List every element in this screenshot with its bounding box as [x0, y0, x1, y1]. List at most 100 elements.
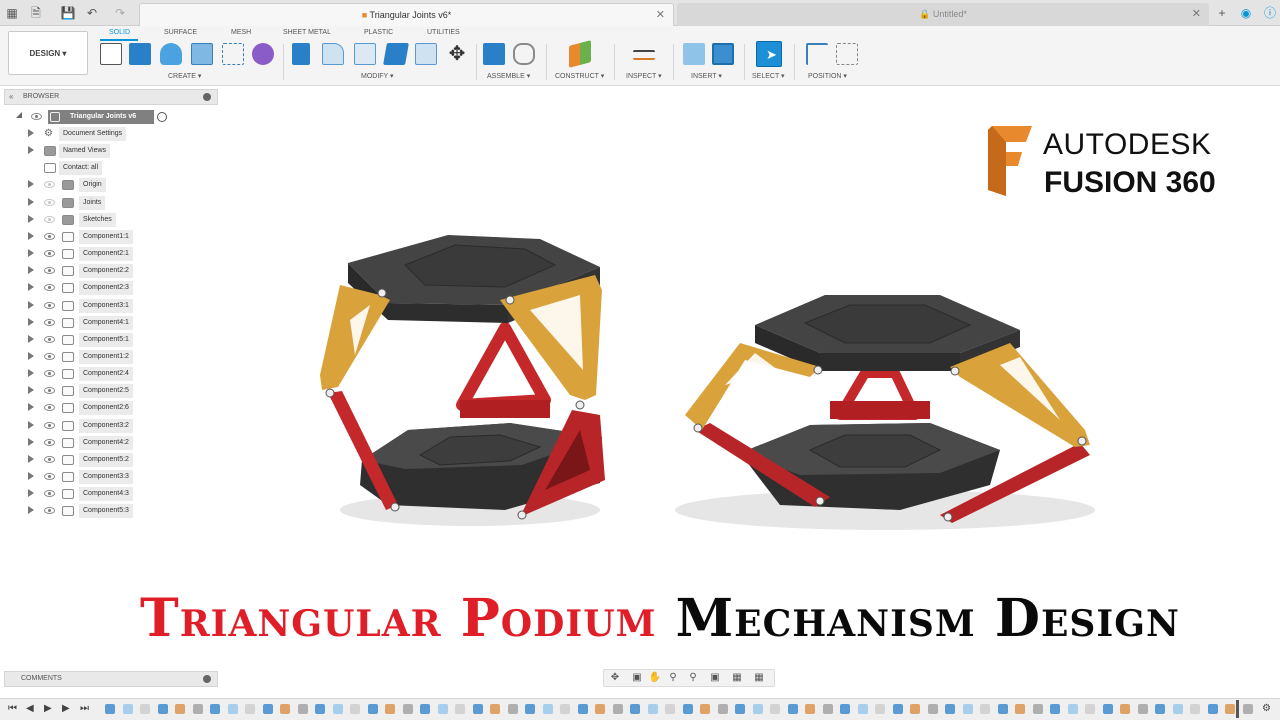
- group-insert[interactable]: INSERT ▾: [691, 72, 722, 80]
- save-icon[interactable]: 💾: [60, 5, 76, 21]
- visibility-eye-icon[interactable]: [44, 455, 55, 463]
- group-construct[interactable]: CONSTRUCT ▾: [555, 72, 604, 80]
- browser-item[interactable]: Component3:1: [0, 298, 218, 313]
- redo-icon[interactable]: ↷: [112, 5, 128, 21]
- timeline-feature-icon[interactable]: [227, 704, 238, 714]
- revert-position-icon[interactable]: [836, 43, 858, 65]
- timeline-feature-icon[interactable]: [490, 704, 500, 714]
- timeline-feature-icon[interactable]: [1155, 704, 1165, 714]
- expand-arrow-icon[interactable]: [28, 317, 34, 326]
- offset-plane-icon[interactable]: [569, 40, 591, 68]
- browser-item[interactable]: ⚙ Document Settings: [0, 127, 218, 141]
- timeline-feature-icon[interactable]: [105, 704, 115, 714]
- file-menu-icon[interactable]: 🗎: [28, 5, 44, 21]
- visibility-eye-icon[interactable]: [44, 352, 55, 360]
- create-form-icon[interactable]: [252, 43, 274, 65]
- timeline-feature-icon[interactable]: [140, 704, 150, 714]
- timeline-feature-icon[interactable]: [262, 704, 273, 714]
- move-copy-icon[interactable]: ✥: [446, 43, 468, 65]
- expand-arrow-icon[interactable]: [28, 403, 34, 412]
- capture-position-icon[interactable]: [806, 43, 828, 65]
- expand-arrow-icon[interactable]: [28, 129, 34, 137]
- timeline-settings-icon[interactable]: ⚙: [1262, 703, 1271, 715]
- timeline-feature-icon[interactable]: [367, 704, 378, 714]
- timeline-feature-icon[interactable]: [962, 704, 973, 714]
- timeline-feature-icon[interactable]: [595, 704, 605, 714]
- activate-radio-icon[interactable]: [157, 112, 167, 122]
- browser-item[interactable]: Component4:2: [0, 435, 218, 450]
- new-component-icon[interactable]: [483, 43, 505, 65]
- right-podium-assembly[interactable]: [685, 295, 1090, 523]
- timeline-feature-icon[interactable]: [682, 704, 693, 714]
- browser-item[interactable]: Component1:1: [0, 229, 218, 244]
- timeline-feature-icon[interactable]: [1102, 704, 1113, 714]
- timeline-feature-icon[interactable]: [997, 704, 1008, 714]
- extrude-icon[interactable]: [129, 43, 151, 65]
- visibility-eye-icon[interactable]: [31, 113, 42, 120]
- hole-icon[interactable]: [191, 43, 213, 65]
- browser-item[interactable]: Component2:3: [0, 281, 218, 296]
- comments-panel[interactable]: COMMENTS: [4, 671, 218, 687]
- expand-arrow-icon[interactable]: [28, 197, 34, 206]
- visibility-eye-icon[interactable]: [44, 335, 55, 343]
- expand-arrow-icon[interactable]: [28, 146, 34, 155]
- chamfer-icon[interactable]: [354, 43, 376, 65]
- timeline-feature-icon[interactable]: [875, 704, 885, 714]
- collapse-panel-icon[interactable]: «: [9, 92, 13, 101]
- close-tab-icon[interactable]: ✕: [1192, 3, 1201, 26]
- timeline-feature-icon[interactable]: [332, 704, 343, 714]
- timeline-feature-icon[interactable]: [455, 704, 465, 714]
- browser-item[interactable]: Named Views: [0, 144, 218, 159]
- workspace-switcher[interactable]: DESIGN ▾: [8, 31, 88, 75]
- timeline-feature-icon[interactable]: [770, 704, 780, 714]
- press-pull-icon[interactable]: [292, 43, 310, 65]
- browser-item[interactable]: Component5:2: [0, 452, 218, 467]
- timeline-feature-icon[interactable]: [735, 704, 745, 714]
- expand-arrow-icon[interactable]: [28, 180, 34, 189]
- timeline-feature-icon[interactable]: [717, 704, 728, 714]
- visibility-eye-icon[interactable]: [44, 404, 55, 412]
- app-grid-icon[interactable]: ▦: [4, 5, 20, 21]
- browser-item[interactable]: Component4:1: [0, 315, 218, 330]
- timeline-feature-icon[interactable]: [402, 704, 413, 714]
- browser-item[interactable]: Joints: [0, 195, 218, 210]
- fillet-icon[interactable]: [322, 43, 344, 65]
- create-sketch-icon[interactable]: [100, 43, 122, 65]
- browser-header[interactable]: « BROWSER: [4, 89, 218, 105]
- timeline-feature-icon[interactable]: [1225, 704, 1235, 714]
- visibility-eye-icon[interactable]: [44, 473, 55, 480]
- timeline-feature-icon[interactable]: [910, 704, 920, 714]
- joint-icon[interactable]: [513, 43, 535, 65]
- timeline-feature-icon[interactable]: [350, 704, 360, 714]
- timeline-feature-icon[interactable]: [1207, 704, 1218, 714]
- tab-sheet-metal[interactable]: SHEET METAL: [283, 29, 331, 36]
- timeline-feature-icon[interactable]: [385, 704, 395, 714]
- timeline-feature-icon[interactable]: [437, 704, 448, 714]
- browser-item[interactable]: Sketches: [0, 212, 218, 227]
- expand-arrow-icon[interactable]: [28, 489, 34, 498]
- timeline-feature-icon[interactable]: [612, 704, 623, 714]
- timeline-feature-icon[interactable]: [175, 704, 185, 714]
- visibility-eye-icon[interactable]: [44, 215, 55, 223]
- browser-item[interactable]: Component3:2: [0, 418, 218, 433]
- step-back-icon[interactable]: ◀: [26, 703, 34, 715]
- revolve-icon[interactable]: [160, 43, 182, 65]
- expand-arrow-icon[interactable]: [28, 506, 34, 515]
- browser-item[interactable]: Component3:3: [0, 470, 218, 484]
- timeline-feature-icon[interactable]: [1242, 704, 1253, 714]
- timeline-feature-icon[interactable]: [1120, 704, 1130, 714]
- timeline-feature-icon[interactable]: [297, 704, 308, 714]
- browser-item[interactable]: Component2:5: [0, 384, 218, 399]
- timeline-feature-icon[interactable]: [647, 704, 658, 714]
- timeline-feature-icon[interactable]: [525, 704, 535, 714]
- browser-item[interactable]: Component5:3: [0, 504, 218, 519]
- timeline-feature-icon[interactable]: [210, 704, 220, 714]
- visibility-eye-icon[interactable]: [44, 301, 55, 309]
- group-assemble[interactable]: ASSEMBLE ▾: [487, 72, 530, 80]
- new-tab-icon[interactable]: +: [1214, 5, 1230, 21]
- timeline-feature-icon[interactable]: [1190, 704, 1200, 714]
- tab-solid[interactable]: SOLID: [109, 29, 130, 36]
- undo-icon[interactable]: ↶: [84, 5, 100, 21]
- select-icon[interactable]: ➤: [756, 41, 782, 67]
- timeline-feature-icon[interactable]: [822, 704, 833, 714]
